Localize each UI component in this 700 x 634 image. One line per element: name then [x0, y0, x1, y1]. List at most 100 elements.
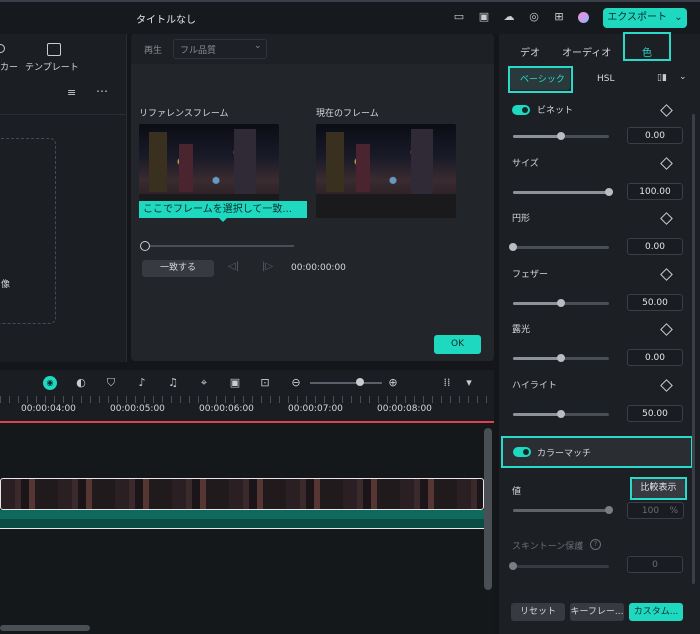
param-slider-knob[interactable] — [509, 243, 517, 251]
panel-scrollbar[interactable] — [692, 114, 695, 584]
subtab-hsl[interactable]: HSL — [597, 74, 615, 84]
compare-view-icon[interactable]: ▯▮ — [657, 73, 667, 83]
prev-frame-icon[interactable]: ◁| — [228, 261, 239, 272]
monitor-icon[interactable]: ▭ — [453, 11, 465, 23]
reference-scrubber[interactable] — [140, 241, 294, 251]
value-slider-knob[interactable] — [605, 506, 613, 514]
zoom-slider[interactable] — [310, 378, 382, 386]
ruler-label: 00:00:07:00 — [288, 404, 343, 414]
avatar[interactable] — [578, 12, 589, 23]
save-icon[interactable]: ▣ — [478, 11, 490, 23]
ruler-label: 00:00:04:00 — [21, 404, 76, 414]
param-slider[interactable] — [513, 354, 609, 362]
param-slider-knob[interactable] — [557, 298, 565, 307]
music-note-icon[interactable]: ♫ — [166, 376, 180, 390]
skintone-input[interactable]: 0 — [627, 556, 683, 573]
quality-value: フル品質 — [180, 46, 217, 56]
param-slider[interactable] — [513, 187, 613, 196]
param-slider-fill — [513, 190, 609, 194]
keyframe-diamond-icon[interactable] — [660, 323, 673, 336]
param-value-input[interactable]: 50.00 — [627, 293, 683, 311]
param-slider[interactable] — [513, 298, 609, 307]
marker-icon[interactable]: ⛉ — [104, 376, 118, 390]
speed-icon[interactable]: ◐ — [74, 376, 88, 390]
param-slider[interactable] — [513, 409, 609, 418]
more-options-icon[interactable]: ⋯ — [96, 84, 110, 98]
param-value-input[interactable]: 100.00 — [627, 182, 683, 200]
export-button[interactable]: エクスポート ⌄ — [603, 8, 687, 28]
param-label: サイズ — [512, 158, 539, 169]
param-value-input[interactable]: 0.00 — [627, 349, 683, 366]
reset-button[interactable]: リセット — [511, 603, 565, 621]
param-slider[interactable] — [509, 243, 609, 251]
value-slider[interactable] — [513, 506, 613, 514]
match-button[interactable]: 一致する — [142, 260, 214, 277]
video-clip[interactable] — [0, 478, 484, 510]
current-frame-label: 現在のフレーム — [316, 109, 379, 119]
zoom-out-icon[interactable]: ⊖ — [289, 376, 303, 390]
cloud-upload-icon[interactable]: ☁ — [503, 11, 515, 23]
reference-frame-label: リファレンスフレーム — [139, 109, 229, 119]
snapshot-icon[interactable]: ▣ — [228, 376, 242, 390]
timeline-horizontal-scrollbar[interactable] — [0, 625, 90, 631]
keyframe-diamond-icon[interactable] — [660, 104, 673, 117]
help-icon[interactable]: ? — [590, 539, 601, 550]
ai-assistant-icon[interactable]: ◉ — [43, 376, 57, 390]
param-slider-fill — [513, 412, 561, 416]
tab-video[interactable]: デオ — [520, 44, 540, 59]
chevron-down-icon[interactable]: ▾ — [462, 376, 476, 390]
timeline-ruler[interactable]: 00:00:04:00 00:00:05:00 00:00:06:00 00:0… — [0, 396, 494, 423]
chevron-down-icon: ⌄ — [674, 12, 683, 23]
filter-icon[interactable]: ≡ — [67, 86, 81, 99]
color-match-preview: 再生 フル品質 ⌄ リファレンスフレーム 現在のフレーム 一致する ◁| |▷ … — [131, 34, 494, 361]
value-input[interactable]: 100 % — [627, 502, 684, 519]
tab-template[interactable]: テンプレート — [25, 60, 79, 73]
ok-button[interactable]: OK — [434, 335, 481, 354]
audio-track[interactable] — [0, 510, 484, 519]
zoom-in-icon[interactable]: ⊕ — [386, 376, 400, 390]
grid-apps-icon[interactable]: ⊞ — [553, 11, 565, 23]
skintone-slider-knob[interactable] — [509, 562, 517, 570]
layout-grid-icon[interactable]: ⁞⁞ — [440, 376, 454, 390]
split-icon[interactable]: ⌖ — [197, 376, 211, 390]
param-value-input[interactable]: 0.00 — [627, 238, 683, 255]
keyframe-diamond-icon[interactable] — [660, 212, 673, 225]
sticker-icon[interactable] — [0, 44, 5, 53]
param-slider-knob[interactable] — [557, 409, 565, 418]
keyframe-diamond-icon[interactable] — [660, 267, 673, 281]
custom-button[interactable]: カスタム... — [629, 603, 683, 621]
param-value-input[interactable]: 50.00 — [627, 404, 683, 422]
color-match-toggle[interactable] — [513, 447, 531, 457]
window-title: タイトルなし — [136, 15, 196, 26]
skintone-slider[interactable] — [509, 562, 609, 570]
quality-select[interactable]: フル品質 ⌄ — [173, 39, 267, 59]
param-slider-knob[interactable] — [557, 132, 565, 140]
compare-button-highlight — [630, 477, 687, 500]
zoom-slider-knob[interactable] — [356, 378, 365, 386]
media-drop-zone[interactable]: 像 — [0, 138, 56, 324]
tab-sticker[interactable]: カー — [0, 60, 18, 73]
color-panel: デオ オーディオ 色 ベーシック HSL ▯▮ ⌄ ビネット カラーマッチ 値 … — [499, 32, 700, 634]
next-frame-icon[interactable]: |▷ — [262, 261, 273, 272]
tab-color-highlight — [623, 32, 671, 61]
keyframe-button[interactable]: キーフレー... — [570, 603, 624, 621]
chevron-down-icon[interactable]: ⌄ — [679, 72, 687, 82]
microphone-icon[interactable]: ♪ — [135, 376, 149, 390]
param-slider-knob[interactable] — [605, 187, 613, 196]
param-slider[interactable] — [513, 132, 609, 140]
keyframe-diamond-icon[interactable] — [660, 378, 673, 392]
title-bar: タイトルなし ▭ ▣ ☁ ◎ ⊞ エクスポート ⌄ — [0, 0, 700, 34]
keyframe-diamond-icon[interactable] — [660, 156, 673, 170]
timeline-vertical-scrollbar[interactable] — [484, 428, 492, 590]
tab-audio[interactable]: オーディオ — [562, 44, 611, 59]
param-slider-knob[interactable] — [557, 354, 565, 362]
scrubber-knob[interactable] — [140, 241, 150, 251]
crop-icon[interactable]: ⊡ — [258, 376, 272, 390]
audio-track[interactable] — [0, 519, 484, 529]
param-value-input[interactable]: 0.00 — [627, 127, 683, 144]
vignette-toggle[interactable] — [512, 105, 530, 115]
subtab-basic-highlight — [508, 66, 573, 93]
headset-icon[interactable]: ◎ — [528, 11, 540, 23]
vignette-label: ビネット — [537, 106, 574, 116]
select-frame-callout: ここでフレームを選択して一致... — [139, 201, 307, 218]
